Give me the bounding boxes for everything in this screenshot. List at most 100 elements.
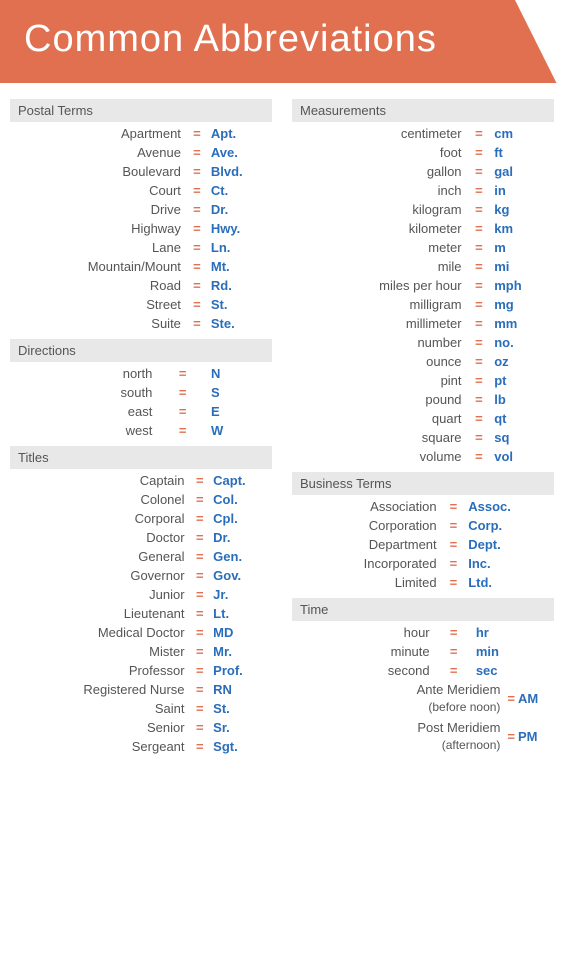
time-multiline-abbr: AM bbox=[518, 691, 554, 706]
term-cell: hour bbox=[292, 623, 434, 642]
business-table: Association = Assoc. Corporation = Corp.… bbox=[292, 497, 554, 592]
time-multiline-abbr: PM bbox=[518, 729, 554, 744]
term-cell: inch bbox=[292, 181, 466, 200]
eq-cell: = bbox=[441, 535, 467, 554]
abbr-cell: Mr. bbox=[211, 642, 272, 661]
table-row: west = W bbox=[10, 421, 272, 440]
term-cell: millimeter bbox=[292, 314, 466, 333]
term-cell: meter bbox=[292, 238, 466, 257]
eq-cell: = bbox=[189, 509, 212, 528]
table-row: meter = m bbox=[292, 238, 554, 257]
term-cell: north bbox=[10, 364, 156, 383]
abbr-cell: no. bbox=[492, 333, 554, 352]
term-cell: pound bbox=[292, 390, 466, 409]
abbr-cell: Ave. bbox=[209, 143, 272, 162]
eq-cell: = bbox=[156, 402, 209, 421]
left-column: Postal Terms Apartment = Apt. Avenue = A… bbox=[0, 93, 282, 756]
table-row: centimeter = cm bbox=[292, 124, 554, 143]
eq-cell: = bbox=[466, 295, 493, 314]
abbr-cell: RN bbox=[211, 680, 272, 699]
term-cell: Apartment bbox=[10, 124, 185, 143]
eq-cell: = bbox=[466, 447, 493, 466]
table-row: volume = vol bbox=[292, 447, 554, 466]
section-header-directions: Directions bbox=[10, 339, 272, 362]
table-row: ounce = oz bbox=[292, 352, 554, 371]
table-row: quart = qt bbox=[292, 409, 554, 428]
table-row: Junior = Jr. bbox=[10, 585, 272, 604]
table-row: Lane = Ln. bbox=[10, 238, 272, 257]
table-row: millimeter = mm bbox=[292, 314, 554, 333]
titles-table: Captain = Capt. Colonel = Col. Corporal … bbox=[10, 471, 272, 756]
table-row: Limited = Ltd. bbox=[292, 573, 554, 592]
time-multiline-eq: = bbox=[504, 691, 518, 706]
eq-cell: = bbox=[441, 554, 467, 573]
abbr-cell: qt bbox=[492, 409, 554, 428]
term-cell: Junior bbox=[10, 585, 189, 604]
abbr-cell: Corp. bbox=[466, 516, 554, 535]
term-cell: Drive bbox=[10, 200, 185, 219]
term-cell: milligram bbox=[292, 295, 466, 314]
term-cell: second bbox=[292, 661, 434, 680]
eq-cell: = bbox=[441, 497, 467, 516]
abbr-cell: in bbox=[492, 181, 554, 200]
eq-cell: = bbox=[189, 547, 212, 566]
abbr-cell: Capt. bbox=[211, 471, 272, 490]
abbr-cell: N bbox=[209, 364, 272, 383]
abbr-cell: gal bbox=[492, 162, 554, 181]
eq-cell: = bbox=[189, 490, 212, 509]
section-header-time: Time bbox=[292, 598, 554, 621]
term-cell: Suite bbox=[10, 314, 185, 333]
abbr-cell: MD bbox=[211, 623, 272, 642]
term-cell: Department bbox=[292, 535, 441, 554]
term-cell: Incorporated bbox=[292, 554, 441, 573]
abbr-cell: Hwy. bbox=[209, 219, 272, 238]
table-row: square = sq bbox=[292, 428, 554, 447]
eq-cell: = bbox=[189, 604, 212, 623]
abbr-cell: pt bbox=[492, 371, 554, 390]
abbr-cell: hr bbox=[474, 623, 554, 642]
term-cell: east bbox=[10, 402, 156, 421]
table-row: foot = ft bbox=[292, 143, 554, 162]
term-cell: Boulevard bbox=[10, 162, 185, 181]
abbr-cell: Lt. bbox=[211, 604, 272, 623]
table-row: Court = Ct. bbox=[10, 181, 272, 200]
table-row: number = no. bbox=[292, 333, 554, 352]
eq-cell: = bbox=[434, 661, 474, 680]
term-cell: Governor bbox=[10, 566, 189, 585]
term-cell: Senior bbox=[10, 718, 189, 737]
abbr-cell: mi bbox=[492, 257, 554, 276]
table-row: Lieutenant = Lt. bbox=[10, 604, 272, 623]
table-row: Avenue = Ave. bbox=[10, 143, 272, 162]
term-cell: Corporal bbox=[10, 509, 189, 528]
table-row: Professor = Prof. bbox=[10, 661, 272, 680]
abbr-cell: Ste. bbox=[209, 314, 272, 333]
term-cell: Sergeant bbox=[10, 737, 189, 756]
table-row: Road = Rd. bbox=[10, 276, 272, 295]
eq-cell: = bbox=[441, 573, 467, 592]
eq-cell: = bbox=[466, 238, 493, 257]
term-cell: Association bbox=[292, 497, 441, 516]
section-header-titles: Titles bbox=[10, 446, 272, 469]
eq-cell: = bbox=[466, 124, 493, 143]
term-cell: ounce bbox=[292, 352, 466, 371]
eq-cell: = bbox=[189, 585, 212, 604]
abbr-cell: mg bbox=[492, 295, 554, 314]
abbr-cell: Dr. bbox=[211, 528, 272, 547]
abbr-cell: St. bbox=[209, 295, 272, 314]
abbr-cell: E bbox=[209, 402, 272, 421]
eq-cell: = bbox=[466, 409, 493, 428]
eq-cell: = bbox=[156, 383, 209, 402]
term-cell: centimeter bbox=[292, 124, 466, 143]
table-row: north = N bbox=[10, 364, 272, 383]
term-cell: quart bbox=[292, 409, 466, 428]
abbr-cell: Col. bbox=[211, 490, 272, 509]
table-row: Drive = Dr. bbox=[10, 200, 272, 219]
table-row: Sergeant = Sgt. bbox=[10, 737, 272, 756]
abbr-cell: cm bbox=[492, 124, 554, 143]
term-cell: Avenue bbox=[10, 143, 185, 162]
time-multiline-eq: = bbox=[504, 729, 518, 744]
eq-cell: = bbox=[185, 124, 209, 143]
eq-cell: = bbox=[189, 699, 212, 718]
table-row: Medical Doctor = MD bbox=[10, 623, 272, 642]
table-row: miles per hour = mph bbox=[292, 276, 554, 295]
